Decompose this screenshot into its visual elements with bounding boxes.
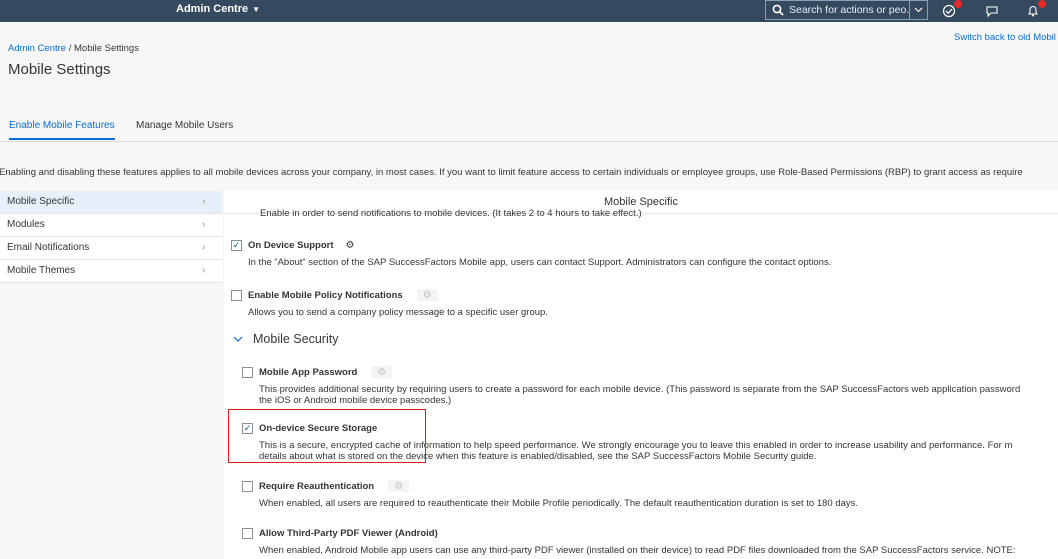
feature-title: On Device Support <box>248 240 334 251</box>
nav-item-label: Mobile Themes <box>7 265 76 276</box>
chevron-right-icon: › <box>202 219 206 230</box>
chevron-right-icon: › <box>202 265 206 276</box>
nav-item-label: Email Notifications <box>7 242 90 253</box>
feature-title: Mobile App Password <box>259 366 358 378</box>
nav-item-mobile-themes[interactable]: Mobile Themes › <box>0 260 222 283</box>
tab-enable-mobile-features[interactable]: Enable Mobile Features <box>9 120 115 140</box>
feature-third-party-pdf-viewer: Allow Third-Party PDF Viewer (Android) W… <box>242 528 1015 557</box>
on-device-support-checkbox[interactable]: ✓ <box>231 240 242 251</box>
gear-icon[interactable]: ⚙ <box>423 290 432 301</box>
feature-description: When enabled, all users are required to … <box>259 498 859 509</box>
approvals-badge <box>954 0 962 8</box>
feature-mobile-app-password: Mobile App Password ⚙ This provides addi… <box>242 366 1020 406</box>
shell-bar: Admin Centre ▼ Search for actions or peo… <box>0 0 1058 22</box>
mobile-app-password-checkbox[interactable] <box>242 366 253 378</box>
caret-down-icon: ▼ <box>252 4 261 14</box>
feature-description: In the “About” section of the SAP Succes… <box>248 257 832 268</box>
chevron-down-icon <box>233 334 243 345</box>
breadcrumb-separator: / <box>66 43 75 54</box>
admin-centre-menu[interactable]: Admin Centre ▼ <box>176 3 260 15</box>
nav-item-modules[interactable]: Modules › <box>0 214 222 237</box>
switch-back-link[interactable]: Switch back to old Mobil <box>954 32 1056 43</box>
section-title: Mobile Security <box>253 332 339 346</box>
on-device-secure-storage-checkbox[interactable]: ✓ <box>242 423 253 434</box>
feature-mobile-policy-notifications: Enable Mobile Policy Notifications ⚙ All… <box>231 289 548 319</box>
search-dropdown-icon[interactable] <box>909 1 927 19</box>
chat-icon[interactable] <box>983 2 1001 20</box>
feature-title: Enable Mobile Policy Notifications <box>248 289 403 301</box>
feature-description: This is a secure, encrypted cache of inf… <box>259 440 1012 462</box>
tab-bar: Enable Mobile Features Manage Mobile Use… <box>0 116 1058 142</box>
gear-icon[interactable]: ⚙ <box>377 367 386 378</box>
notifications-badge <box>1038 0 1046 8</box>
breadcrumb-admin-centre-link[interactable]: Admin Centre <box>8 43 66 54</box>
content-panel: Mobile Specific Enable in order to send … <box>224 191 1058 559</box>
require-reauthentication-checkbox[interactable] <box>242 480 253 492</box>
notifications-bell-icon[interactable] <box>1024 0 1046 20</box>
partial-description: Enable in order to send notifications to… <box>260 208 642 219</box>
description-line: the iOS or Android mobile device passcod… <box>259 394 452 406</box>
info-text: Enabling and disabling these features ap… <box>0 167 1023 178</box>
feature-title: Require Reauthentication <box>259 480 375 492</box>
left-nav: Mobile Specific › Modules › Email Notifi… <box>0 191 222 283</box>
feature-description: Allows you to send a company policy mess… <box>248 307 548 318</box>
page-header: Admin Centre / Mobile Settings Mobile Se… <box>0 22 1058 117</box>
nav-item-mobile-specific[interactable]: Mobile Specific › <box>0 191 222 214</box>
nav-item-label: Mobile Specific <box>7 196 75 207</box>
feature-title: On-device Secure Storage <box>259 423 378 434</box>
nav-item-email-notifications[interactable]: Email Notifications › <box>0 237 222 260</box>
chevron-right-icon: › <box>202 196 206 207</box>
search-box[interactable]: Search for actions or peo... <box>765 0 928 20</box>
feature-on-device-secure-storage: ✓ On-device Secure Storage This is a sec… <box>242 423 1012 462</box>
search-icon <box>770 2 786 18</box>
section-mobile-security[interactable]: Mobile Security <box>233 332 338 346</box>
feature-description: When enabled, Android Mobile app users c… <box>259 545 1016 556</box>
breadcrumb-current: Mobile Settings <box>74 43 139 54</box>
description-line: details about what is stored on the devi… <box>259 450 817 462</box>
feature-on-device-support: ✓ On Device Support ⚙ In the “About” sec… <box>231 240 831 269</box>
mobile-policy-notifications-checkbox[interactable] <box>231 289 242 301</box>
nav-item-label: Modules <box>7 219 45 230</box>
feature-description: This provides additional security by req… <box>259 384 1020 406</box>
feature-require-reauthentication: Require Reauthentication ⚙ When enabled,… <box>242 480 858 510</box>
feature-title: Allow Third-Party PDF Viewer (Android) <box>259 528 438 539</box>
approvals-icon[interactable] <box>940 0 962 20</box>
search-input[interactable]: Search for actions or peo... <box>786 4 909 16</box>
shell-title: Admin Centre <box>176 3 249 15</box>
gear-icon[interactable]: ⚙ <box>394 481 403 492</box>
breadcrumb: Admin Centre / Mobile Settings <box>8 43 139 54</box>
third-party-pdf-viewer-checkbox[interactable] <box>242 528 253 539</box>
page-title: Mobile Settings <box>8 61 111 78</box>
tab-manage-mobile-users[interactable]: Manage Mobile Users <box>136 120 233 138</box>
gear-icon[interactable]: ⚙ <box>346 240 355 251</box>
chevron-right-icon: › <box>202 242 206 253</box>
